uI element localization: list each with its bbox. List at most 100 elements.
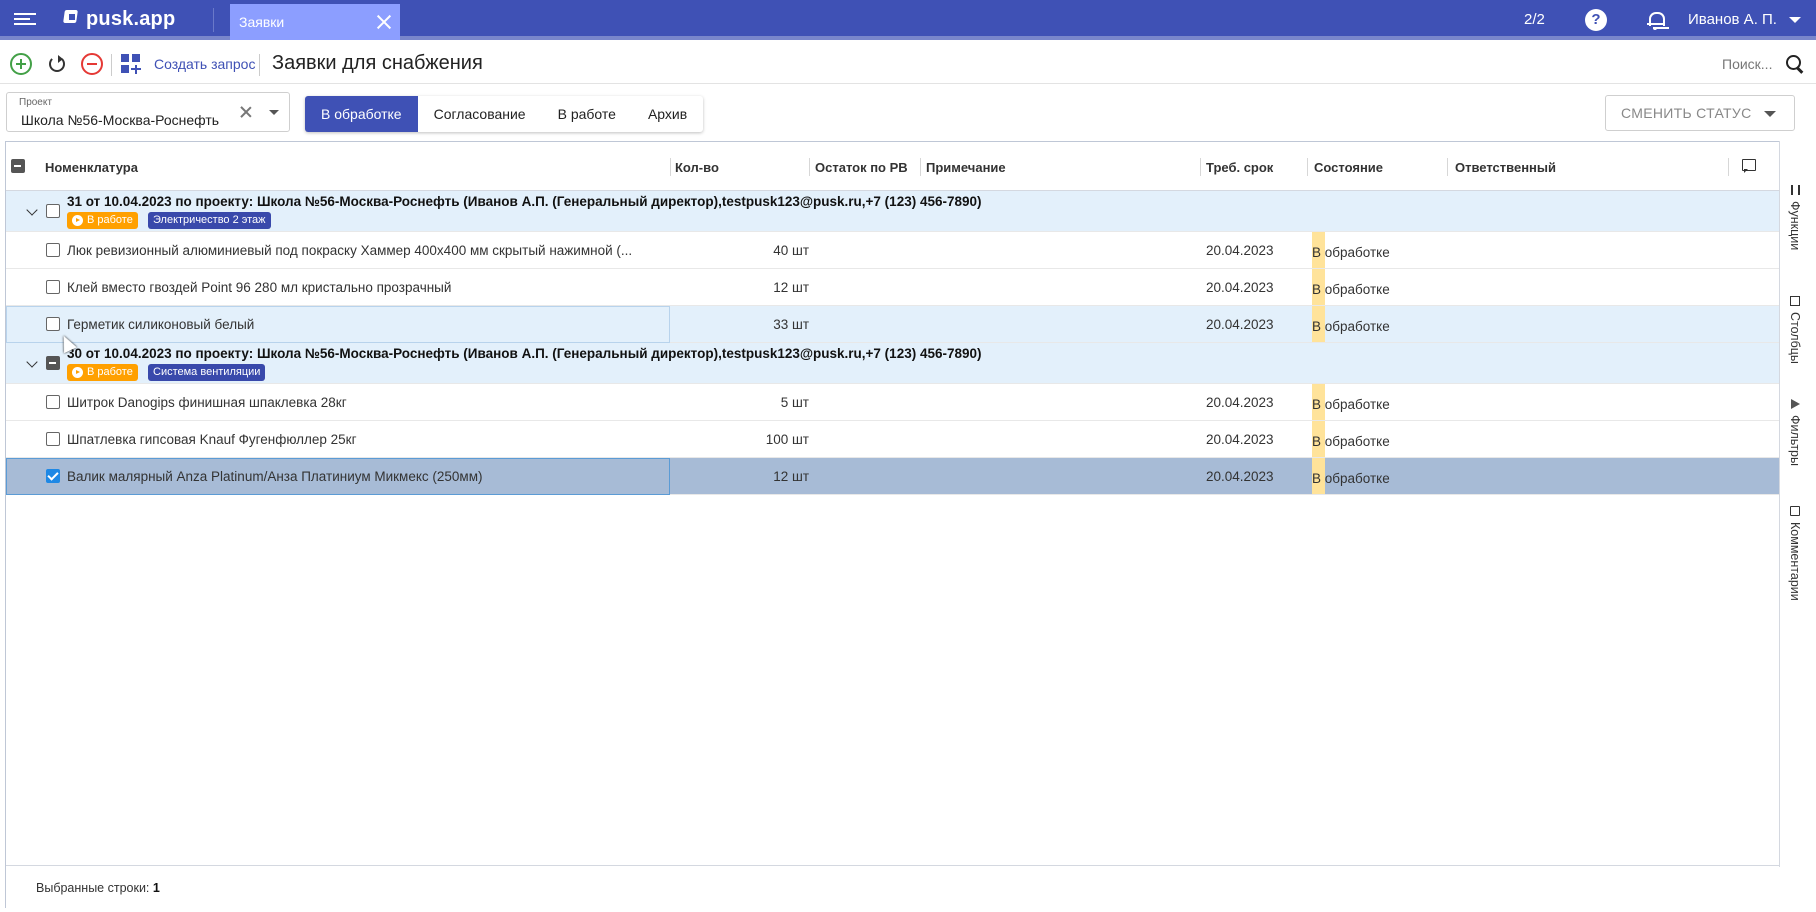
item-state-label: В обработке [1312, 245, 1390, 260]
side-panel: Функции Столбцы Фильтры Комментарии [1779, 141, 1810, 867]
requests-grid: Номенклатура Кол-во Остаток по РВ Примеч… [5, 141, 1780, 908]
chevron-down-icon[interactable] [269, 110, 279, 115]
search-input[interactable]: Поиск... [1722, 56, 1772, 72]
sidebar-item-functions[interactable]: Функции [1788, 185, 1802, 250]
comment-icon[interactable] [1742, 159, 1756, 173]
column-divider[interactable] [1728, 158, 1729, 176]
page-counter: 2/2 [1524, 11, 1545, 28]
project-select[interactable]: Проект Школа №56-Москва-Роснефть [6, 92, 290, 132]
table-row[interactable]: Люк ревизионный алюминиевый под покраску… [6, 232, 1780, 269]
column-header-due-date[interactable]: Треб. срок [1206, 160, 1273, 175]
search-icon[interactable] [1784, 53, 1806, 75]
item-qty: 12 шт [773, 280, 809, 295]
table-row[interactable]: Шитрок Danogips финишная шпаклевка 28кг … [6, 384, 1780, 421]
item-state: В обработке [1312, 421, 1390, 457]
category-chip: Электричество 2 этаж [148, 212, 271, 229]
change-status-button[interactable]: СМЕНИТЬ СТАТУС [1605, 95, 1795, 131]
column-divider[interactable] [920, 158, 921, 176]
column-divider[interactable] [1447, 158, 1448, 176]
item-due-date: 20.04.2023 [1206, 317, 1274, 332]
user-name: Иванов А. П. [1688, 11, 1777, 28]
group-checkbox[interactable] [46, 356, 60, 370]
chevron-down-icon [1788, 16, 1801, 23]
tab-processing[interactable]: В обработке [305, 96, 418, 132]
row-checkbox[interactable] [46, 280, 60, 294]
item-state: В обработке [1312, 232, 1390, 268]
item-state-label: В обработке [1312, 319, 1390, 334]
add-circle-icon[interactable] [10, 53, 32, 75]
column-divider[interactable] [809, 158, 810, 176]
status-chip: В работе [67, 212, 138, 229]
item-name: Валик малярный Anza Platinum/Анза Платин… [67, 469, 483, 484]
widgets-add-icon[interactable] [120, 53, 142, 75]
table-row[interactable]: Шпатлевка гипсовая Knauf Фугенфюллер 25к… [6, 421, 1780, 458]
row-checkbox[interactable] [46, 469, 60, 483]
sidebar-item-label: Фильтры [1788, 415, 1802, 466]
project-value: Школа №56-Москва-Роснефть [21, 112, 220, 128]
column-header-responsible[interactable]: Ответственный [1455, 160, 1556, 175]
grid-footer: Выбранные строки: 1 [6, 865, 1780, 908]
create-request-button[interactable]: Создать запрос [154, 56, 255, 72]
app-bar: pusk.app Заявки 2/2 ? Иванов А. П. [0, 0, 1816, 40]
help-icon[interactable]: ? [1585, 9, 1607, 31]
chevron-down-icon[interactable] [26, 356, 38, 368]
clear-icon[interactable] [239, 105, 253, 119]
item-due-date: 20.04.2023 [1206, 432, 1274, 447]
item-qty: 100 шт [765, 432, 809, 447]
remove-circle-icon[interactable] [81, 53, 103, 75]
table-row[interactable]: Клей вместо гвоздей Point 96 280 мл крис… [6, 269, 1780, 306]
row-checkbox[interactable] [46, 243, 60, 257]
menu-icon[interactable] [14, 10, 36, 30]
page-title: Заявки для снабжения [272, 52, 483, 74]
group-title: 30 от 10.04.2023 по проекту: Школа №56-М… [67, 346, 982, 361]
tab-requests[interactable]: Заявки [230, 4, 400, 40]
selected-rows-count: 1 [152, 881, 160, 895]
item-state-label: В обработке [1312, 434, 1390, 449]
column-header-state[interactable]: Состояние [1314, 160, 1383, 175]
column-divider[interactable] [670, 158, 671, 176]
column-header-remainder[interactable]: Остаток по РВ [815, 160, 908, 175]
bell-icon[interactable] [1645, 9, 1665, 31]
sidebar-item-label: Столбцы [1788, 312, 1802, 364]
item-qty: 40 шт [773, 243, 809, 258]
sidebar-item-comments[interactable]: Комментарии [1788, 506, 1802, 601]
item-state: В обработке [1312, 384, 1390, 420]
item-state-label: В обработке [1312, 471, 1390, 486]
table-row[interactable]: Валик малярный Anza Platinum/Анза Платин… [6, 458, 1780, 495]
item-due-date: 20.04.2023 [1206, 280, 1274, 295]
app-logo[interactable]: pusk.app [62, 7, 175, 31]
item-name: Клей вместо гвоздей Point 96 280 мл крис… [67, 280, 452, 295]
select-all-checkbox[interactable] [11, 159, 25, 173]
column-header-nomenclature[interactable]: Номенклатура [45, 160, 138, 175]
table-row[interactable]: Герметик силиконовый белый 33 шт 20.04.2… [6, 306, 1780, 343]
group-checkbox[interactable] [46, 204, 60, 218]
tab-approval[interactable]: Согласование [418, 96, 542, 132]
sidebar-item-filters[interactable]: Фильтры [1788, 399, 1802, 466]
tab-archive[interactable]: Архив [632, 96, 703, 132]
tab-in-work[interactable]: В работе [542, 96, 632, 132]
row-checkbox[interactable] [46, 317, 60, 331]
row-checkbox[interactable] [46, 395, 60, 409]
sidebar-item-label: Комментарии [1788, 522, 1802, 601]
item-qty: 33 шт [773, 317, 809, 332]
refresh-icon[interactable] [46, 53, 68, 75]
tab-label: Заявки [239, 14, 285, 30]
column-header-qty[interactable]: Кол-во [675, 160, 719, 175]
row-checkbox[interactable] [46, 432, 60, 446]
chevron-down-icon [1764, 111, 1776, 117]
group-title: 31 от 10.04.2023 по проекту: Школа №56-М… [67, 194, 982, 209]
column-header-note[interactable]: Примечание [926, 160, 1006, 175]
toolbar-divider [111, 54, 112, 76]
column-divider[interactable] [1200, 158, 1201, 176]
item-qty: 5 шт [780, 395, 809, 410]
item-name: Шитрок Danogips финишная шпаклевка 28кг [67, 395, 347, 410]
chevron-down-icon[interactable] [26, 204, 38, 216]
column-divider[interactable] [1307, 158, 1308, 176]
sidebar-item-columns[interactable]: Столбцы [1788, 296, 1802, 364]
close-icon[interactable] [375, 13, 393, 31]
group-row[interactable]: 31 от 10.04.2023 по проекту: Школа №56-М… [6, 191, 1780, 232]
group-row[interactable]: 30 от 10.04.2023 по проекту: Школа №56-М… [6, 343, 1780, 384]
user-menu[interactable]: Иванов А. П. [1688, 11, 1801, 28]
item-due-date: 20.04.2023 [1206, 469, 1274, 484]
filter-icon [1790, 399, 1800, 409]
